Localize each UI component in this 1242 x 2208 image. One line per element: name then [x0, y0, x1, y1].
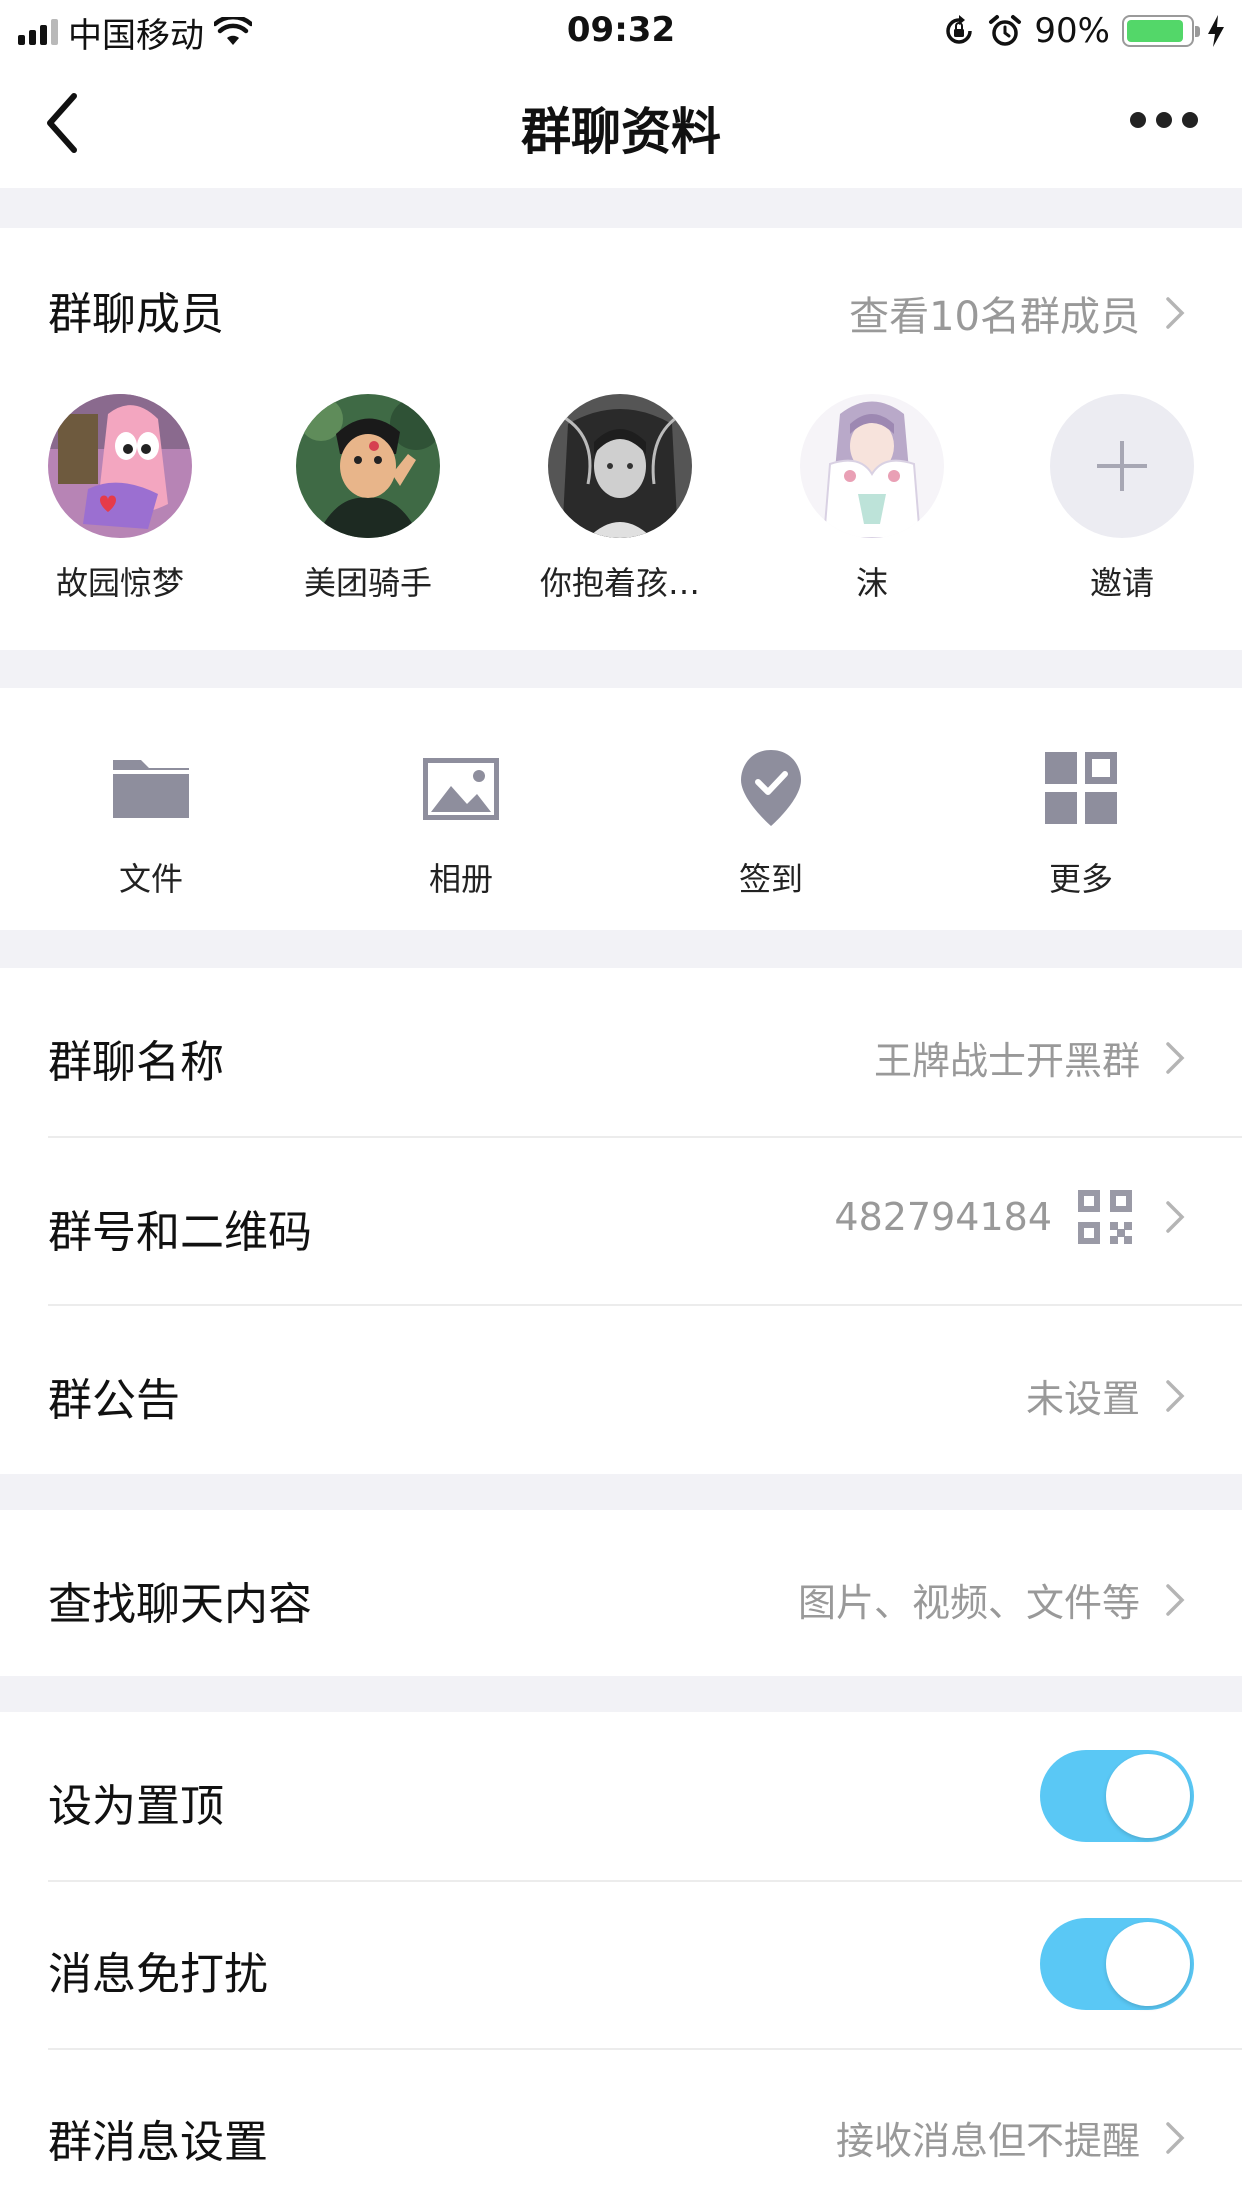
tool-label: 签到 [738, 860, 803, 898]
mute-toggle[interactable] [1040, 1918, 1194, 2010]
view-all-members-label: 查看10名群成员 [849, 294, 1140, 340]
search-history-row[interactable]: 查找聊天内容 图片、视频、文件等 [0, 1510, 1242, 1678]
chevron-right-icon [1166, 1041, 1185, 1074]
message-settings-row[interactable]: 群消息设置 接收消息但不提醒 [0, 2048, 1242, 2208]
charging-icon [1208, 15, 1224, 47]
section-divider [0, 650, 1242, 688]
group-name-value: 王牌战士开黑群 [873, 1039, 1140, 1083]
group-id-value: 482794184 [834, 1195, 1052, 1239]
invite-label: 邀请 [1089, 564, 1154, 602]
view-all-members-link[interactable]: 查看10名群成员 [849, 284, 1186, 342]
section-divider [0, 1474, 1242, 1510]
member-item[interactable]: 你抱着孩… [520, 394, 720, 604]
toggle-knob [1106, 1922, 1190, 2006]
section-divider [0, 930, 1242, 968]
orientation-lock-icon [946, 15, 973, 44]
chevron-right-icon [1166, 1379, 1185, 1412]
row-label: 查找聊天内容 [48, 1579, 312, 1630]
avatar [48, 394, 192, 538]
battery-level [1127, 20, 1183, 42]
chevron-right-icon [1166, 1583, 1185, 1616]
plus-icon [1050, 394, 1194, 538]
member-item[interactable]: 沫 [772, 394, 972, 604]
row-value: 未设置 [1026, 1368, 1186, 1423]
check-in-icon [741, 750, 801, 826]
page-title: 群聊资料 [521, 103, 721, 161]
row-label: 群号和二维码 [48, 1207, 312, 1258]
message-settings-value: 接收消息但不提醒 [835, 2119, 1140, 2163]
toggle-knob [1106, 1754, 1190, 1838]
row-label: 消息免打扰 [48, 1949, 268, 2000]
folder-icon [113, 760, 189, 818]
avatar [296, 394, 440, 538]
members-header: 群聊成员 查看10名群成员 [0, 228, 1242, 340]
search-history-value: 图片、视频、文件等 [797, 1581, 1140, 1625]
tool-label: 更多 [1048, 860, 1113, 898]
more-icon[interactable] [1130, 112, 1198, 128]
tools-grid: 文件 相册 签到 更多 [0, 690, 1242, 930]
row-label: 群公告 [48, 1375, 180, 1426]
member-name: 沫 [855, 564, 888, 602]
chevron-right-icon [1166, 1201, 1185, 1233]
pin-row: 设为置顶 [0, 1712, 1242, 1880]
alarm-icon [989, 15, 1022, 46]
nav-bar: 群聊资料 [0, 62, 1242, 188]
tool-files[interactable]: 文件 [51, 748, 251, 900]
image-icon [423, 758, 499, 820]
chevron-right-icon [1166, 2121, 1185, 2154]
members-row: 故园惊梦 美团骑手 你抱着孩… 沫 邀请 [0, 394, 1242, 604]
tool-label: 文件 [118, 860, 183, 898]
section-divider [0, 1676, 1242, 1712]
member-name: 故园惊梦 [55, 564, 184, 602]
chevron-right-icon [1166, 297, 1185, 329]
member-item[interactable]: 美团骑手 [268, 394, 468, 604]
row-value: 482794184 [834, 1188, 1186, 1246]
avatar [800, 394, 944, 538]
announcement-row[interactable]: 群公告 未设置 [0, 1306, 1242, 1474]
mute-row: 消息免打扰 [0, 1880, 1242, 2048]
section-divider [0, 188, 1242, 228]
group-id-row[interactable]: 群号和二维码 482794184 [0, 1138, 1242, 1306]
member-item[interactable]: 故园惊梦 [20, 394, 220, 604]
tool-more[interactable]: 更多 [981, 748, 1181, 900]
battery-percent: 90% [1034, 11, 1110, 51]
tool-checkin[interactable]: 签到 [671, 748, 871, 900]
tool-label: 相册 [428, 860, 493, 898]
status-bar: 中国移动 09:32 90% [0, 0, 1242, 62]
avatar [548, 394, 692, 538]
invite-button[interactable]: 邀请 [1022, 394, 1222, 604]
members-title: 群聊成员 [48, 289, 224, 340]
announcement-value: 未设置 [1025, 1377, 1140, 1421]
member-name: 美团骑手 [303, 564, 432, 602]
group-name-row[interactable]: 群聊名称 王牌战士开黑群 [0, 968, 1242, 1136]
row-value: 接收消息但不提醒 [836, 2110, 1186, 2165]
row-value: 图片、视频、文件等 [798, 1572, 1186, 1627]
row-value: 王牌战士开黑群 [874, 1030, 1186, 1085]
row-label: 设为置顶 [48, 1781, 224, 1832]
row-label: 群聊名称 [48, 1037, 224, 1088]
tool-album[interactable]: 相册 [361, 748, 561, 900]
pin-toggle[interactable] [1040, 1750, 1194, 1842]
status-right: 90% [942, 10, 1226, 52]
grid-icon [1045, 752, 1117, 824]
battery-icon [1122, 15, 1200, 47]
qr-code-icon [1078, 1190, 1132, 1244]
row-label: 群消息设置 [48, 2117, 268, 2168]
member-name: 你抱着孩… [539, 564, 700, 602]
